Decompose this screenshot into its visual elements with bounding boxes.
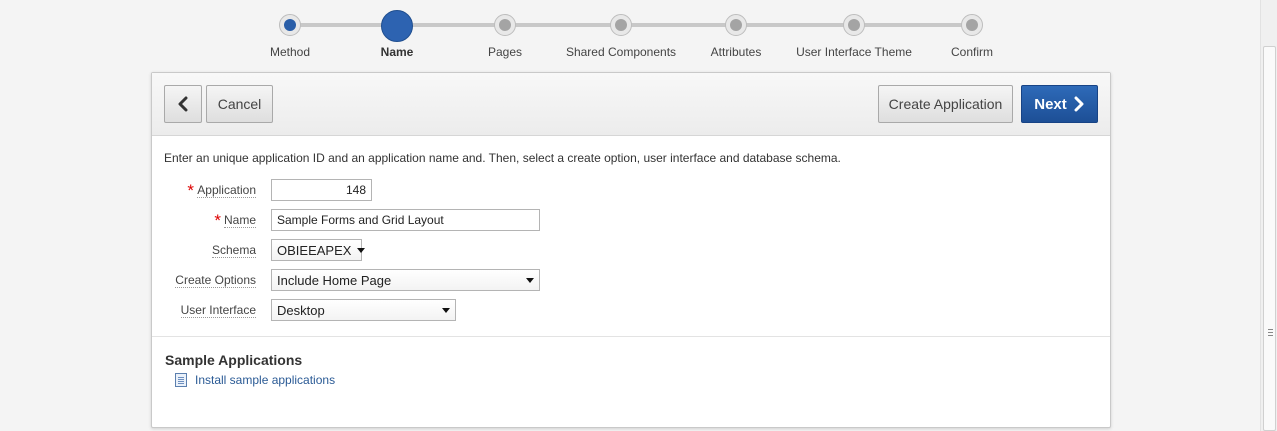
- next-button[interactable]: Next: [1021, 85, 1098, 123]
- scrollbar-thumb[interactable]: [1263, 46, 1276, 431]
- sample-applications-heading: Sample Applications: [165, 352, 303, 368]
- create-options-value: Include Home Page: [277, 272, 392, 288]
- step-dot-icon: [610, 14, 632, 36]
- vertical-scrollbar[interactable]: [1260, 0, 1277, 431]
- required-asterisk: *: [187, 181, 194, 200]
- chevron-right-icon: [1074, 96, 1084, 112]
- create-application-button[interactable]: Create Application: [878, 85, 1013, 123]
- create-application-region: Cancel Create Application Next Enter an …: [151, 72, 1111, 428]
- schema-value: OBIEEAPEX: [277, 242, 352, 258]
- step-dot-icon: [381, 10, 413, 42]
- create-options-select[interactable]: Include Home Page: [271, 269, 540, 291]
- schema-row: Schema OBIEEAPEX: [152, 239, 1112, 263]
- dropdown-caret-icon: [526, 277, 534, 283]
- step-dot-icon: [843, 14, 865, 36]
- name-label: Name: [223, 213, 256, 228]
- dropdown-caret-icon: [442, 307, 450, 313]
- step-dot-icon: [279, 14, 301, 36]
- application-id-input[interactable]: 148: [271, 179, 372, 201]
- install-sample-applications-label: Install sample applications: [195, 373, 336, 387]
- required-asterisk: *: [214, 211, 221, 230]
- schema-select[interactable]: OBIEEAPEX: [271, 239, 366, 261]
- document-icon: [175, 373, 187, 387]
- cancel-button[interactable]: Cancel: [206, 85, 273, 123]
- next-button-label: Next: [1034, 95, 1067, 113]
- application-label: Application: [197, 183, 256, 198]
- wizard-progress: Method Name Pages Shared Components Attr…: [0, 0, 1260, 70]
- instructions-text: Enter an unique application ID and an ap…: [164, 151, 841, 165]
- install-sample-applications-link[interactable]: Install sample applications: [175, 373, 335, 387]
- step-dot-icon: [725, 14, 747, 36]
- create-options-label: Create Options: [175, 273, 256, 288]
- user-interface-value: Desktop: [277, 302, 325, 318]
- step-dot-icon: [961, 14, 983, 36]
- user-interface-row: User Interface Desktop: [152, 299, 1112, 323]
- user-interface-label: User Interface: [180, 303, 256, 318]
- chevron-left-icon: [178, 96, 188, 112]
- step-dot-icon: [494, 14, 516, 36]
- step-label: Confirm: [950, 45, 993, 59]
- user-interface-select[interactable]: Desktop: [271, 299, 456, 321]
- section-divider: [152, 336, 1110, 337]
- scrollbar-grip-icon: [1268, 329, 1273, 336]
- back-button[interactable]: [164, 85, 202, 123]
- schema-label: Schema: [211, 243, 256, 258]
- create-options-row: Create Options Include Home Page: [152, 269, 1112, 293]
- dropdown-caret-icon: [357, 247, 366, 253]
- button-toolbar: Cancel Create Application Next: [152, 73, 1110, 136]
- application-row: * Application 148: [152, 179, 1112, 203]
- application-name-input[interactable]: Sample Forms and Grid Layout: [271, 209, 540, 231]
- name-row: * Name Sample Forms and Grid Layout: [152, 209, 1112, 233]
